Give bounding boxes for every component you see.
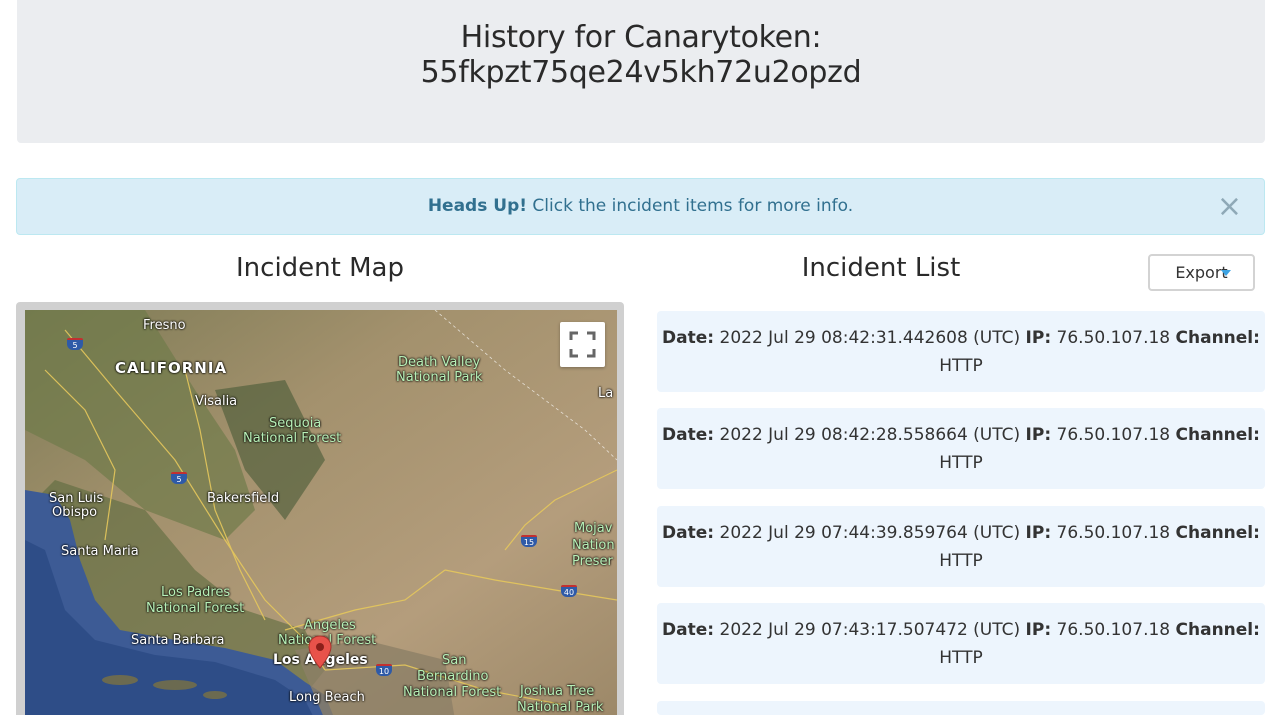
- highway-5-shield: 5: [67, 338, 83, 350]
- map-label-bakersfield: Bakersfield: [207, 491, 280, 506]
- highway-5-shield-2: 5: [171, 472, 187, 484]
- channel-label: Channel:: [1175, 328, 1260, 348]
- incident-date: 2022 Jul 29 07:43:17.507472 (UTC): [719, 620, 1021, 640]
- location-marker-icon[interactable]: [308, 635, 332, 669]
- map-label-san-luis-1: San Luis: [49, 491, 104, 506]
- incident-ip: 76.50.107.18: [1056, 620, 1171, 640]
- incident-item-partial[interactable]: [657, 701, 1265, 715]
- map-label-angeles-1: Angeles: [304, 618, 356, 633]
- incident-channel: HTTP: [939, 648, 983, 668]
- incident-map[interactable]: Fresno CALIFORNIA Visalia Sequoia Nation…: [25, 310, 617, 715]
- date-label: Date:: [662, 620, 715, 640]
- info-alert: Heads Up! Click the incident items for m…: [16, 178, 1265, 235]
- incident-ip: 76.50.107.18: [1056, 425, 1171, 445]
- map-label-mojave-2: Nation: [572, 538, 615, 553]
- map-label-san-bernardino-2: Bernardino: [417, 669, 489, 684]
- map-label-san-luis-2: Obispo: [52, 505, 98, 520]
- incident-ip: 76.50.107.18: [1056, 328, 1171, 348]
- channel-label: Channel:: [1175, 523, 1260, 543]
- highway-40-shield: 40: [561, 585, 577, 597]
- caret-down-icon: [1221, 270, 1231, 276]
- highway-10-shield: 10: [376, 664, 392, 676]
- incident-list-title: Incident List: [801, 253, 961, 283]
- highway-15-shield: 15: [521, 535, 537, 547]
- close-icon[interactable]: ×: [1217, 179, 1242, 234]
- page-title-line1: History for Canarytoken:: [460, 20, 822, 55]
- incident-channel: HTTP: [939, 551, 983, 571]
- map-label-california: CALIFORNIA: [115, 359, 228, 377]
- map-label-sequoia-2: National Forest: [243, 431, 342, 446]
- ip-label: IP:: [1025, 328, 1052, 348]
- map-label-san-bernardino-3: National Forest: [403, 685, 502, 700]
- incident-item[interactable]: Date: 2022 Jul 29 08:42:28.558664 (UTC) …: [657, 408, 1265, 489]
- incident-item[interactable]: Date: 2022 Jul 29 07:43:17.507472 (UTC) …: [657, 603, 1265, 684]
- incident-ip: 76.50.107.18: [1056, 523, 1171, 543]
- date-label: Date:: [662, 328, 715, 348]
- map-label-visalia: Visalia: [195, 394, 238, 409]
- map-label-mojave-1: Mojav: [574, 521, 613, 536]
- alert-strong: Heads Up!: [427, 196, 527, 216]
- channel-label: Channel:: [1175, 620, 1260, 640]
- map-label-death-valley-1: Death Valley: [398, 355, 481, 370]
- map-label-fresno: Fresno: [143, 318, 186, 333]
- incident-channel: HTTP: [939, 453, 983, 473]
- ip-label: IP:: [1025, 425, 1052, 445]
- incident-item[interactable]: Date: 2022 Jul 29 08:42:31.442608 (UTC) …: [657, 311, 1265, 392]
- map-label-sequoia-1: Sequoia: [269, 416, 322, 431]
- page-header: History for Canarytoken: 55fkpzt75qe24v5…: [17, 0, 1265, 143]
- ip-label: IP:: [1025, 523, 1052, 543]
- map-label-joshua-tree-2: National Park: [517, 700, 604, 715]
- map-label-long-beach: Long Beach: [289, 690, 365, 705]
- map-label-joshua-tree-1: Joshua Tree: [520, 684, 595, 699]
- incident-date: 2022 Jul 29 08:42:31.442608 (UTC): [719, 328, 1021, 348]
- map-label-santa-maria: Santa Maria: [61, 544, 139, 559]
- channel-label: Channel:: [1175, 425, 1260, 445]
- date-label: Date:: [662, 523, 715, 543]
- map-label-mojave-3: Preser: [572, 554, 613, 569]
- incident-date: 2022 Jul 29 08:42:28.558664 (UTC): [719, 425, 1021, 445]
- date-label: Date:: [662, 425, 715, 445]
- map-label-la-edge: La: [598, 386, 614, 401]
- alert-text: Click the incident items for more info.: [527, 196, 854, 216]
- incident-map-frame: Fresno CALIFORNIA Visalia Sequoia Nation…: [16, 302, 624, 715]
- map-label-death-valley-2: National Park: [396, 370, 483, 385]
- incident-item[interactable]: Date: 2022 Jul 29 07:44:39.859764 (UTC) …: [657, 506, 1265, 587]
- incident-map-title: Incident Map: [236, 253, 404, 283]
- fullscreen-button[interactable]: [560, 322, 605, 367]
- ip-label: IP:: [1025, 620, 1052, 640]
- map-label-los-padres-1: Los Padres: [161, 585, 231, 600]
- map-label-los-padres-2: National Forest: [146, 601, 245, 616]
- export-label: Export: [1175, 263, 1228, 282]
- incident-date: 2022 Jul 29 07:44:39.859764 (UTC): [719, 523, 1021, 543]
- token-id: 55fkpzt75qe24v5kh72u2opzd: [420, 55, 862, 90]
- incident-channel: HTTP: [939, 356, 983, 376]
- map-label-santa-barbara: Santa Barbara: [131, 633, 225, 648]
- page-title: History for Canarytoken: 55fkpzt75qe24v5…: [17, 0, 1265, 90]
- export-dropdown-button[interactable]: Export: [1148, 254, 1255, 291]
- map-label-san-bernardino-1: San: [442, 653, 467, 668]
- fullscreen-icon: [569, 331, 596, 358]
